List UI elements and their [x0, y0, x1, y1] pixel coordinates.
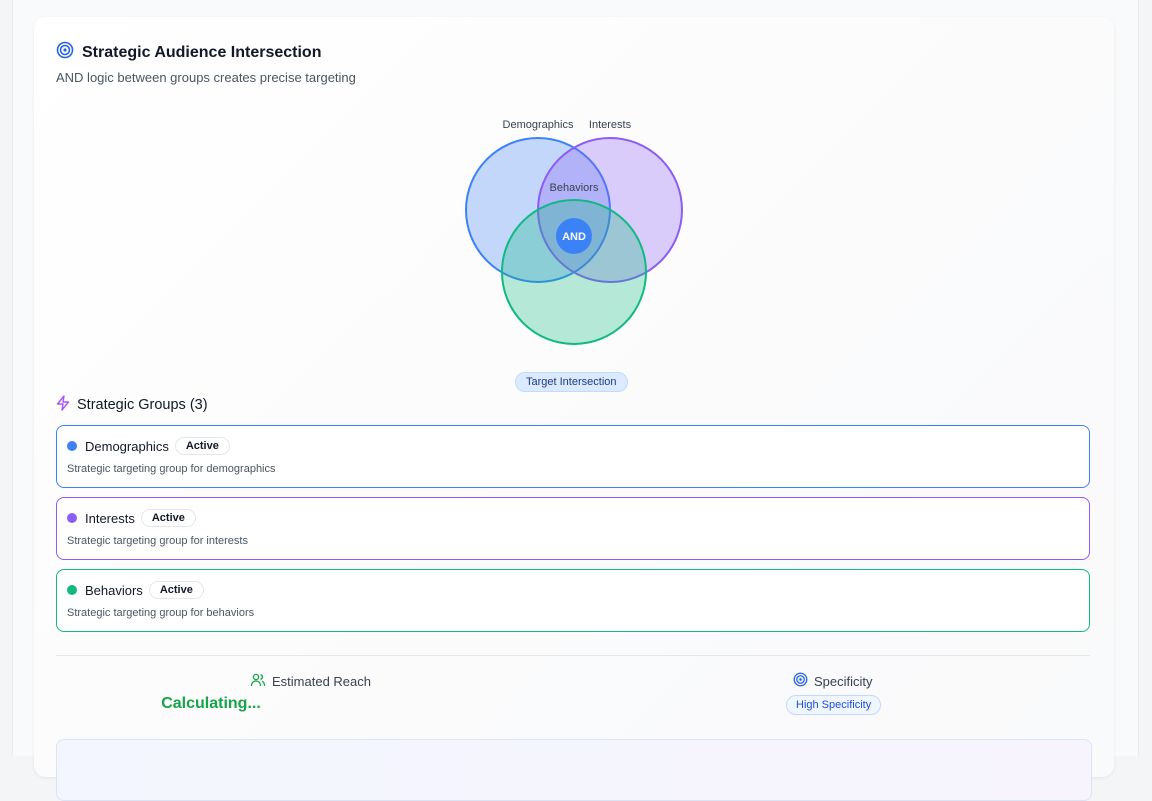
estimated-reach-heading: Estimated Reach — [250, 672, 371, 691]
group-name: Behaviors — [85, 582, 143, 598]
group-header: Demographics Active — [67, 437, 230, 455]
status-badge: Active — [140, 509, 196, 527]
status-badge: Active — [174, 437, 230, 455]
estimated-reach-label: Estimated Reach — [272, 674, 371, 689]
group-name: Interests — [85, 510, 135, 526]
group-card-demographics[interactable]: Demographics Active Strategic targeting … — [56, 425, 1090, 488]
target-intersection-pill: Target Intersection — [515, 372, 628, 392]
specificity-label: Specificity — [814, 673, 873, 689]
venn-label-demographics: Demographics — [503, 119, 574, 131]
specificity-badge: High Specificity — [786, 695, 882, 715]
insight-panel — [56, 739, 1092, 801]
users-icon — [250, 672, 266, 691]
venn-label-behaviors: Behaviors — [550, 182, 599, 194]
venn-diagram: Demographics Interests Behaviors AND — [465, 119, 683, 345]
venn-label-interests: Interests — [589, 119, 632, 131]
group-card-interests[interactable]: Interests Active Strategic targeting gro… — [56, 497, 1090, 560]
stats-divider — [56, 655, 1090, 656]
target-icon — [793, 672, 808, 690]
zap-icon — [56, 395, 70, 415]
strategic-groups-title: Strategic Groups (3) — [77, 397, 208, 413]
audience-intersection-card: Strategic Audience Intersection AND logi… — [34, 17, 1114, 801]
group-color-dot — [67, 585, 77, 595]
status-badge: Active — [148, 581, 204, 599]
strategic-groups-heading: Strategic Groups (3) — [56, 395, 208, 415]
group-description: Strategic targeting group for behaviors — [67, 607, 255, 619]
group-description: Strategic targeting group for demographi… — [67, 463, 276, 475]
estimated-reach-value: Calculating... — [161, 695, 261, 712]
group-description: Strategic targeting group for interests — [67, 535, 248, 547]
group-color-dot — [67, 513, 77, 523]
group-header: Behaviors Active — [67, 581, 204, 599]
group-header: Interests Active — [67, 509, 196, 527]
and-marker-label: AND — [562, 231, 586, 243]
group-card-behaviors[interactable]: Behaviors Active Strategic targeting gro… — [56, 569, 1090, 632]
group-color-dot — [67, 441, 77, 451]
group-name: Demographics — [85, 438, 169, 454]
specificity-heading: Specificity — [793, 672, 873, 690]
